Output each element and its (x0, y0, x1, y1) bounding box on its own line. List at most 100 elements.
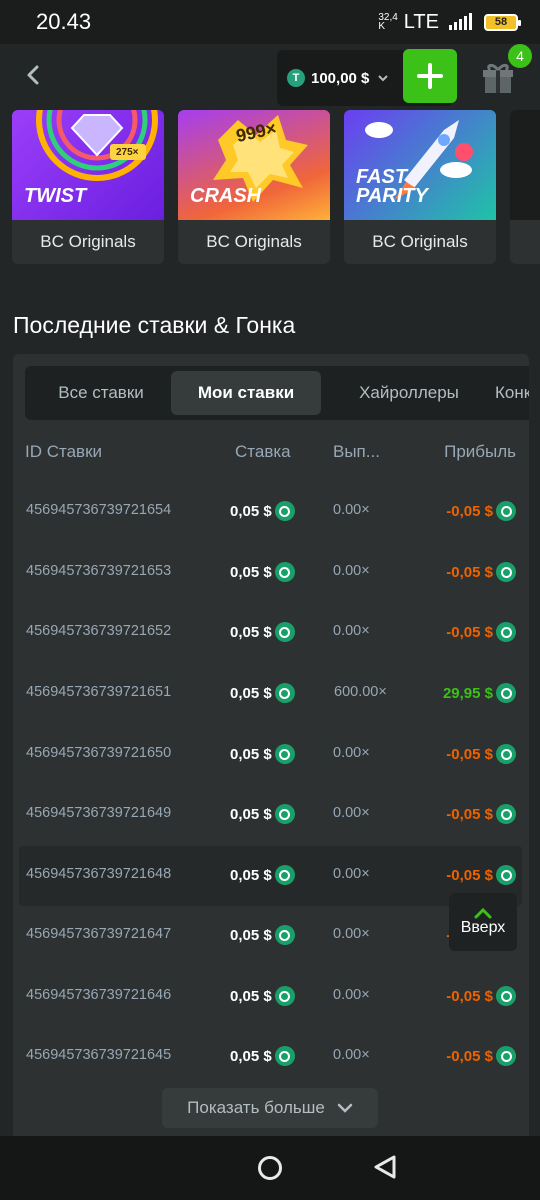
bet-amount: 0,05 $ (230, 804, 295, 824)
bet-payout: 600.00× (334, 684, 387, 700)
plus-icon (417, 63, 443, 89)
table-row[interactable]: 456945736739721650 0,05 $ 0.00× -0,05 $ (19, 725, 522, 785)
tab-contest[interactable]: Конк (495, 371, 529, 415)
bet-id: 456945736739721645 (26, 1047, 172, 1063)
coin-icon (496, 501, 516, 521)
coin-icon (274, 865, 295, 885)
bet-profit: -0,05 $ (446, 562, 516, 582)
table-row[interactable]: 456945736739721653 0,05 $ 0.00× -0,05 $ (19, 543, 522, 603)
table-row[interactable]: 456945736739721645 0,05 $ 0.00× -0,05 $ (19, 1027, 522, 1087)
bet-id: 456945736739721651 (26, 684, 172, 700)
bet-profit: 29,95 $ (443, 683, 516, 703)
system-nav-bar (0, 1136, 540, 1200)
table-row[interactable]: 456945736739721649 0,05 $ 0.00× -0,05 $ (19, 785, 522, 845)
table-row[interactable]: 456945736739721654 0,05 $ 0.00× -0,05 $ (19, 482, 522, 542)
coin-icon (274, 683, 295, 703)
battery-icon: 58 (484, 13, 521, 31)
game-badge: 275× (116, 147, 139, 158)
games-carousel[interactable]: 275× TWIST BC Originals 999× CRASH BC Or… (0, 110, 540, 266)
bets-panel: Все ставки Мои ставки Хайроллеры Конк ID… (13, 354, 529, 1144)
col-header-profit: Прибыль (444, 442, 516, 461)
status-time: 20.43 (36, 9, 92, 34)
bet-profit: -0,05 $ (446, 986, 516, 1006)
tab-my-bets[interactable]: Мои ставки (171, 371, 321, 415)
game-thumbnail: 999× CRASH (178, 110, 330, 220)
table-row[interactable]: 4569457367397216470,05 $0.00×-0,05 $ (19, 906, 522, 966)
table-row[interactable]: 456945736739721646 0,05 $ 0.00× -0,05 $ (19, 967, 522, 1027)
bet-amount: 0,05 $ (230, 1046, 295, 1066)
net-speed: 32,4 K (378, 12, 398, 32)
coin-icon (274, 501, 295, 521)
coin-icon (496, 804, 516, 824)
game-title: CRASH (190, 185, 262, 207)
game-thumbnail: 275× TWIST (12, 110, 164, 220)
game-provider: BC Originals (206, 232, 302, 251)
bet-amount: 0,05 $ (230, 925, 295, 945)
tab-high-rollers[interactable]: Хайроллеры (329, 371, 489, 415)
bet-payout: 0.00× (333, 502, 370, 518)
tab-all-bets[interactable]: Все ставки (31, 371, 171, 415)
notification-badge: 4 (508, 44, 532, 68)
bet-id: 456945736739721647 (26, 926, 172, 942)
bet-amount: 0,05 $ (230, 501, 295, 521)
bet-amount: 0,05 $ (230, 986, 295, 1006)
game-provider: BC Originals (40, 232, 136, 251)
bet-payout: 0.00× (333, 866, 370, 882)
game-card-twist[interactable]: 275× TWIST BC Originals (12, 110, 164, 264)
bet-payout: 0.00× (333, 745, 370, 761)
back-button-icon[interactable] (370, 1152, 400, 1182)
bet-payout: 0.00× (333, 805, 370, 821)
game-card-crash[interactable]: 999× CRASH BC Originals (178, 110, 330, 264)
bet-id: 456945736739721653 (26, 563, 172, 579)
coin-icon (274, 1046, 295, 1066)
bet-id: 456945736739721648 (26, 866, 172, 882)
coin-icon (496, 622, 516, 642)
bet-payout: 0.00× (333, 926, 370, 942)
table-header: ID Ставки Ставка Вып... Прибыль (13, 438, 529, 466)
bet-payout: 0.00× (333, 623, 370, 639)
chevron-down-icon (337, 1103, 353, 1113)
status-indicators: 32,4 K LTE 58 (378, 11, 521, 34)
bet-id: 456945736739721654 (26, 502, 172, 518)
signal-icon (449, 13, 472, 30)
show-more-button[interactable]: Показать больше (162, 1088, 378, 1128)
home-button-icon[interactable] (256, 1154, 284, 1182)
back-arrow-icon[interactable] (22, 63, 46, 87)
coin-icon (274, 622, 295, 642)
bet-id: 456945736739721646 (26, 987, 172, 1003)
game-title: TWIST (24, 185, 87, 207)
game-card-fast-parity[interactable]: FAST PARITY BC Originals (344, 110, 496, 264)
coin-icon (274, 744, 295, 764)
bet-profit: -0,05 $ (446, 865, 516, 885)
bet-id: 456945736739721650 (26, 745, 172, 761)
bet-amount: 0,05 $ (230, 622, 295, 642)
coin-icon (274, 562, 295, 582)
table-row[interactable]: 456945736739721652 0,05 $ 0.00× -0,05 $ (19, 603, 522, 663)
bet-amount: 0,05 $ (230, 562, 295, 582)
col-header-bet: Ставка (235, 442, 291, 461)
bet-amount: 0,05 $ (230, 683, 295, 703)
bet-profit: -0,05 $ (446, 622, 516, 642)
game-thumbnail: FAST PARITY (344, 110, 496, 220)
coin-icon (274, 986, 295, 1006)
deposit-button[interactable] (403, 49, 457, 103)
coin-icon (496, 1046, 516, 1066)
coin-icon (496, 562, 516, 582)
scroll-top-button[interactable]: Вверх (449, 893, 517, 951)
coin-icon (496, 744, 516, 764)
bet-payout: 0.00× (333, 563, 370, 579)
bet-profit: -0,05 $ (446, 1046, 516, 1066)
app-header: T 100,00 $ 4 (0, 44, 540, 110)
table-row[interactable]: 456945736739721648 0,05 $ 0.00× -0,05 $ (19, 846, 522, 906)
status-bar: 20.43 32,4 K LTE 58 (0, 0, 540, 44)
game-card-partial[interactable] (510, 110, 540, 264)
chevron-up-icon (474, 907, 492, 919)
bet-payout: 0.00× (333, 1047, 370, 1063)
bet-profit: -0,05 $ (446, 804, 516, 824)
section-title: Последние ставки & Гонка (13, 312, 296, 338)
table-row[interactable]: 456945736739721651 0,05 $ 600.00× 29,95 $ (19, 664, 522, 724)
balance-amount: 100,00 $ (311, 69, 370, 87)
game-provider: BC Originals (372, 232, 468, 251)
bet-id: 456945736739721652 (26, 623, 172, 639)
bet-amount: 0,05 $ (230, 865, 295, 885)
